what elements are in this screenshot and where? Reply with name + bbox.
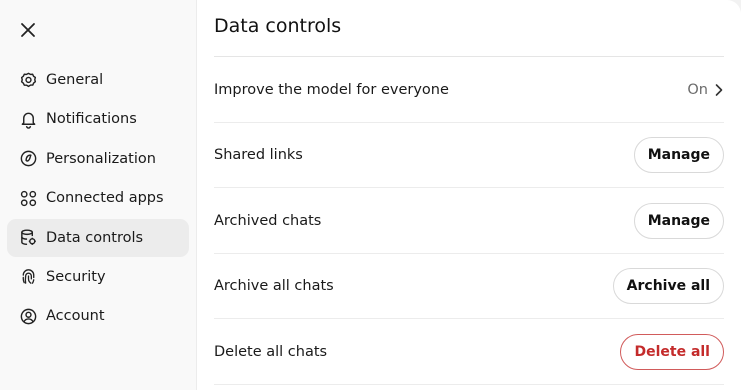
fingerprint-icon <box>18 267 38 287</box>
close-icon <box>21 23 35 37</box>
setting-row-archived-chats: Archived chats Manage <box>214 188 724 254</box>
sidebar-item-label: Data controls <box>46 229 144 246</box>
settings-sidebar: General Notifications Personalization Co… <box>0 0 197 390</box>
setting-row-shared-links: Shared links Manage <box>214 122 724 188</box>
setting-label: Archive all chats <box>214 277 334 294</box>
setting-row-improve-model: Improve the model for everyone On <box>214 57 724 123</box>
setting-label: Delete all chats <box>214 343 328 360</box>
setting-label: Shared links <box>214 146 303 163</box>
bell-icon <box>18 109 38 129</box>
personalization-icon <box>18 149 38 169</box>
sidebar-item-account[interactable]: Account <box>7 297 189 335</box>
chevron-right-icon <box>715 83 723 96</box>
sidebar-item-label: General <box>46 72 104 88</box>
user-circle-icon <box>18 306 38 326</box>
data-controls-panel: Data controls Improve the model for ever… <box>214 0 724 390</box>
sidebar-item-notifications[interactable]: Notifications <box>7 100 189 138</box>
sidebar-item-label: Personalization <box>46 150 156 167</box>
page-title: Data controls <box>214 15 342 37</box>
database-icon <box>18 228 38 248</box>
sidebar-item-label: Connected apps <box>46 190 164 207</box>
sidebar-item-label: Security <box>46 268 106 285</box>
setting-label: Archived chats <box>214 212 322 229</box>
sidebar-item-connected-apps[interactable]: Connected apps <box>7 179 189 217</box>
sidebar-nav: General Notifications Personalization Co… <box>7 61 189 337</box>
sidebar-item-label: Notifications <box>46 111 137 128</box>
archive-all-button[interactable]: Archive all <box>612 267 724 304</box>
sidebar-item-label: Account <box>46 308 105 325</box>
gear-icon <box>18 70 38 90</box>
setting-row-delete-all: Delete all chats Delete all <box>214 319 724 385</box>
sidebar-item-general[interactable]: General <box>7 61 189 99</box>
close-button[interactable] <box>14 16 42 44</box>
setting-label: Improve the model for everyone <box>214 81 449 98</box>
sidebar-item-personalization[interactable]: Personalization <box>7 140 189 178</box>
setting-row-archive-all: Archive all chats Archive all <box>214 253 724 319</box>
delete-all-button[interactable]: Delete all <box>620 333 724 370</box>
sidebar-item-security[interactable]: Security <box>7 258 189 296</box>
improve-model-toggle[interactable]: On <box>687 82 724 98</box>
apps-icon <box>18 188 38 208</box>
setting-value: On <box>687 81 708 98</box>
sidebar-item-data-controls[interactable]: Data controls <box>7 218 189 257</box>
settings-modal: General Notifications Personalization Co… <box>0 0 741 390</box>
manage-archived-chats-button[interactable]: Manage <box>633 202 724 239</box>
manage-shared-links-button[interactable]: Manage <box>633 136 724 173</box>
